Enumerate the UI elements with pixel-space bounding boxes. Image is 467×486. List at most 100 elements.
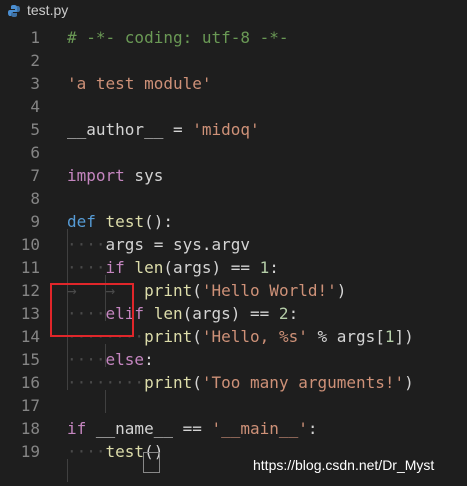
line-number: 19 <box>20 442 40 461</box>
line-number: 11 <box>20 258 40 277</box>
whitespace-dots: ···· <box>67 258 106 277</box>
operator-token: == <box>172 419 212 438</box>
punctuation-token: : <box>144 350 154 369</box>
whitespace-dots: ···· <box>67 350 106 369</box>
variable-token: __name__ <box>86 419 173 438</box>
keyword-token: def <box>67 212 96 231</box>
tab-title: test.py <box>27 2 69 18</box>
whitespace-dots: ···· <box>67 442 106 461</box>
line-number: 7 <box>30 166 40 185</box>
punctuation-token: : <box>269 258 279 277</box>
keyword-token: if <box>67 419 87 438</box>
variable-token: args <box>105 235 145 254</box>
expression-token: (args) == <box>182 304 279 323</box>
line-number: 2 <box>30 51 40 70</box>
variable-token: __author__ <box>67 120 164 139</box>
punctuation-token: ) <box>404 373 414 392</box>
line-code: # -*- coding: utf-8 -*- <box>67 26 289 49</box>
code-line: 1 # -*- coding: utf-8 -*- <box>0 26 467 49</box>
line-number: 18 <box>20 419 40 438</box>
comment-token: # -*- coding: utf-8 -*- <box>67 28 289 47</box>
function-token: print <box>144 327 193 346</box>
number-token: 1 <box>259 258 270 277</box>
punctuation-token: ( <box>192 281 202 300</box>
editor-window: test.py 1 # -*- coding: utf-8 -*- 2 3 'a… <box>0 0 467 486</box>
line-number: 6 <box>30 143 40 162</box>
expression-token: % args[ <box>307 327 385 346</box>
annotation-highlight-box <box>50 283 134 337</box>
watermark: https://blog.csdn.net/Dr_Myst <box>251 457 437 473</box>
string-token: 'midoq' <box>192 120 260 139</box>
keyword-token: else <box>105 350 145 369</box>
line-code: ····args = sys.argv <box>67 233 250 256</box>
editor-tab[interactable]: test.py <box>0 0 467 22</box>
bracket-match-box <box>143 452 160 473</box>
line-number: 10 <box>20 235 40 254</box>
string-token: 'Hello World!' <box>201 281 337 300</box>
line-number: 17 <box>20 396 40 415</box>
line-number: 15 <box>20 350 40 369</box>
punctuation-token: ) <box>336 281 347 300</box>
line-number: 1 <box>30 28 40 47</box>
function-token: print <box>144 281 193 300</box>
code-line: 16 ········print('Too many arguments!') <box>0 371 467 394</box>
operator-token: = <box>163 120 193 139</box>
line-number: 14 <box>20 327 40 346</box>
code-line: 17 <box>0 394 467 417</box>
punctuation-token: : <box>307 419 318 438</box>
module-token: sys <box>124 166 164 185</box>
line-number: 13 <box>20 304 40 323</box>
line-number: 16 <box>20 373 40 392</box>
line-number: 12 <box>20 281 40 300</box>
function-token: len <box>124 258 164 277</box>
whitespace-dots: ···· <box>67 235 106 254</box>
line-number: 3 <box>30 74 40 93</box>
function-token: test <box>105 212 145 231</box>
code-line: 11 ····if len(args) == 1: <box>0 256 467 279</box>
line-code: ····else: <box>67 348 154 371</box>
line-code: ········print('Too many arguments!') <box>67 371 414 394</box>
line-code: 'a test module' <box>67 72 212 95</box>
code-line: 8 <box>0 187 467 210</box>
code-line: 18 if __name__ == '__main__': <box>0 417 467 440</box>
string-token: 'a test module' <box>67 74 212 93</box>
punctuation-token: ( <box>192 327 202 346</box>
code-line: 9 def test(): <box>0 210 467 233</box>
line-code: ····if len(args) == 1: <box>67 256 279 279</box>
line-number: 8 <box>30 189 40 208</box>
function-token: len <box>144 304 183 323</box>
code-line: 7 import sys <box>0 164 467 187</box>
code-line: 4 <box>0 95 467 118</box>
code-line: 2 <box>0 49 467 72</box>
punctuation-token: : <box>288 304 299 323</box>
number-token: 1 <box>384 327 395 346</box>
expression-token: = sys.argv <box>144 235 251 254</box>
string-token: 'Hello, %s' <box>201 327 308 346</box>
line-code: __author__ = 'midoq' <box>67 118 260 141</box>
code-line: 5 __author__ = 'midoq' <box>0 118 467 141</box>
punctuation-token: ( <box>192 373 202 392</box>
function-token: print <box>144 373 193 392</box>
function-token: test <box>105 442 145 461</box>
line-number: 9 <box>30 212 40 231</box>
keyword-token: import <box>67 166 125 185</box>
code-line: 15 ····else: <box>0 348 467 371</box>
keyword-token: if <box>105 258 125 277</box>
punctuation-token: (): <box>144 212 173 231</box>
punctuation-token: ]) <box>394 327 414 346</box>
code-editor[interactable]: 1 # -*- coding: utf-8 -*- 2 3 'a test mo… <box>0 22 467 486</box>
line-number: 4 <box>30 97 40 116</box>
expression-token: (args) == <box>163 258 260 277</box>
code-line: 3 'a test module' <box>0 72 467 95</box>
line-code: import sys <box>67 164 163 187</box>
number-token: 2 <box>278 304 289 323</box>
code-line: 10 ····args = sys.argv <box>0 233 467 256</box>
python-file-icon <box>7 3 21 17</box>
line-code: if __name__ == '__main__': <box>67 417 317 440</box>
line-code: def test(): <box>67 210 173 233</box>
whitespace-dots: ········ <box>67 373 145 392</box>
string-token: 'Too many arguments!' <box>201 373 405 392</box>
line-number: 5 <box>30 120 40 139</box>
string-token: '__main__' <box>211 419 308 438</box>
code-line: 6 <box>0 141 467 164</box>
